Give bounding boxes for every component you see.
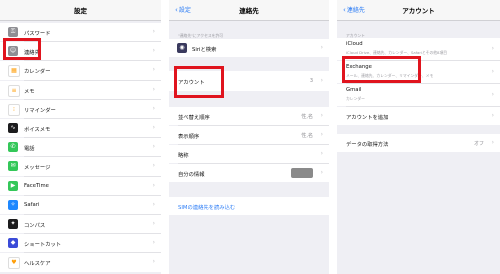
chevron-right-icon: › (152, 66, 155, 74)
sort-order-label: 並べ替え順序 (178, 115, 210, 121)
chevron-right-icon: › (320, 131, 323, 138)
chevron-right-icon: › (320, 77, 323, 84)
compass-icon: ✦ (8, 219, 18, 229)
contacts-panel: ‹設定 連絡先 "連絡先"にアクセスを許可 ◉ Siriと検索 › アカウント … (169, 0, 329, 274)
settings-item-label: ショートカット (24, 242, 62, 249)
fetch-data-value: オフ (473, 141, 484, 147)
chevron-right-icon: › (491, 91, 494, 98)
settings-panel: 設定 ⚿ パスワード › ☺ 連絡先 › ▦ カレンダー › ≡ メモ › ⁝ リマインダー › ∿ ボイスメモ… (0, 0, 161, 274)
settings-item-label: リマインダー (24, 107, 56, 114)
sort-order-value: 性,名 (301, 114, 313, 120)
chevron-right-icon: › (152, 47, 155, 55)
chevron-right-icon: › (152, 143, 155, 151)
add-account-row[interactable]: アカウントを追加 › (337, 107, 500, 125)
chevron-right-icon: › (491, 45, 494, 52)
calendar-icon: ▦ (8, 65, 20, 78)
settings-item-shortcuts[interactable]: ◆ ショートカット › (0, 234, 161, 253)
health-icon: ♥ (8, 257, 20, 270)
chevron-right-icon: › (491, 68, 494, 75)
add-account-label: アカウントを追加 (346, 115, 389, 121)
settings-item-compass[interactable]: ✦ コンパス › (0, 215, 161, 234)
chevron-right-icon: › (152, 220, 155, 227)
chevron-right-icon: › (320, 150, 323, 157)
chevron-right-icon: › (491, 139, 494, 146)
chevron-right-icon: › (152, 124, 155, 131)
siri-icon: ◉ (177, 43, 187, 53)
settings-item-calendar[interactable]: ▦ カレンダー › (0, 61, 161, 80)
settings-item-label: Safari (24, 201, 40, 208)
gmail-account-row[interactable]: Gmail カレンダー › (337, 84, 500, 106)
facetime-icon: ▶ (8, 180, 18, 191)
chevron-right-icon: › (152, 239, 155, 247)
redacted-name-block (291, 168, 313, 178)
shortcuts-icon: ◆ (8, 238, 18, 249)
import-sim-row[interactable]: SIMの連絡先を読み込む (169, 197, 329, 215)
fetch-data-row[interactable]: データの取得方法 オフ › (337, 134, 500, 152)
key-icon: ⚿ (8, 27, 18, 37)
accounts-nav-bar: ‹連絡先 アカウント (337, 0, 500, 21)
chevron-right-icon: › (152, 200, 155, 208)
gmail-detail: カレンダー (346, 96, 365, 101)
chevron-right-icon: › (152, 104, 155, 112)
settings-item-label: ヘルスケア (24, 261, 51, 268)
short-name-label: 略称 (178, 153, 189, 159)
settings-item-messages[interactable]: ✉ メッセージ › (0, 157, 161, 176)
settings-item-label: 電話 (24, 146, 35, 153)
settings-item-phone[interactable]: ✆ 電話 › (0, 138, 161, 157)
settings-item-facetime[interactable]: ▶ FaceTime › (0, 176, 161, 195)
settings-item-label: FaceTime (24, 182, 49, 189)
settings-item-label: メッセージ (24, 165, 51, 172)
notes-icon: ≡ (8, 84, 20, 97)
chevron-right-icon: › (320, 169, 323, 176)
settings-item-voice-memo[interactable]: ∿ ボイスメモ › (0, 119, 161, 138)
import-sim-link: SIMの連絡先を読み込む (178, 205, 236, 211)
page-title: 連絡先 (239, 7, 259, 15)
contacts-nav-bar: ‹設定 連絡先 (169, 0, 329, 21)
settings-item-health[interactable]: ♥ ヘルスケア › (0, 253, 161, 272)
my-info-row[interactable]: 自分の情報 › (169, 164, 329, 182)
settings-item-label: パスワード (24, 31, 51, 37)
page-title: 設定 (74, 7, 87, 15)
safari-icon: ✧ (8, 199, 18, 210)
exchange-highlight-box (342, 56, 421, 83)
accounts-count: 3 (309, 78, 313, 84)
siri-search-row[interactable]: ◉ Siriと検索 › (169, 39, 329, 57)
settings-item-reminders[interactable]: ⁝ リマインダー › (0, 99, 161, 118)
fetch-data-label: データの取得方法 (346, 142, 389, 148)
chevron-right-icon: › (320, 44, 323, 51)
gmail-label: Gmail (346, 87, 362, 93)
settings-item-label: コンパス (24, 223, 46, 229)
settings-item-label: カレンダー (24, 69, 51, 76)
chevron-right-icon: › (152, 85, 155, 93)
chevron-right-icon: › (320, 112, 323, 119)
chevron-right-icon: › (152, 258, 155, 266)
settings-item-label: ボイスメモ (24, 127, 51, 133)
chevron-right-icon: › (491, 112, 494, 119)
icloud-label: iCloud (346, 41, 363, 47)
accounts-highlight-box (174, 66, 224, 98)
accounts-panel: ‹連絡先 アカウント アカウント iCloud iCloud Drive、連絡先… (337, 0, 500, 274)
settings-item-notes[interactable]: ≡ メモ › (0, 80, 161, 99)
settings-item-label: メモ (24, 88, 35, 95)
display-order-value: 性,名 (301, 133, 313, 139)
chevron-right-icon: › (152, 162, 155, 170)
my-info-label: 自分の情報 (178, 172, 205, 178)
contacts-highlight-box (3, 38, 41, 60)
chevron-right-icon: › (152, 28, 155, 35)
settings-item-safari[interactable]: ✧ Safari › (0, 195, 161, 214)
phone-icon: ✆ (8, 142, 18, 153)
sort-order-row[interactable]: 並べ替え順序 性,名 › (169, 107, 329, 125)
chevron-right-icon: › (152, 181, 155, 189)
display-order-label: 表示順序 (178, 134, 200, 140)
display-order-row[interactable]: 表示順序 性,名 › (169, 126, 329, 144)
reminders-icon: ⁝ (8, 103, 20, 116)
messages-icon: ✉ (8, 161, 18, 172)
settings-nav-bar: 設定 (0, 0, 161, 21)
page-title: アカウント (402, 7, 435, 15)
siri-label: Siriと検索 (192, 47, 217, 53)
voice-memo-icon: ∿ (8, 123, 18, 133)
short-name-row[interactable]: 略称 › (169, 145, 329, 163)
